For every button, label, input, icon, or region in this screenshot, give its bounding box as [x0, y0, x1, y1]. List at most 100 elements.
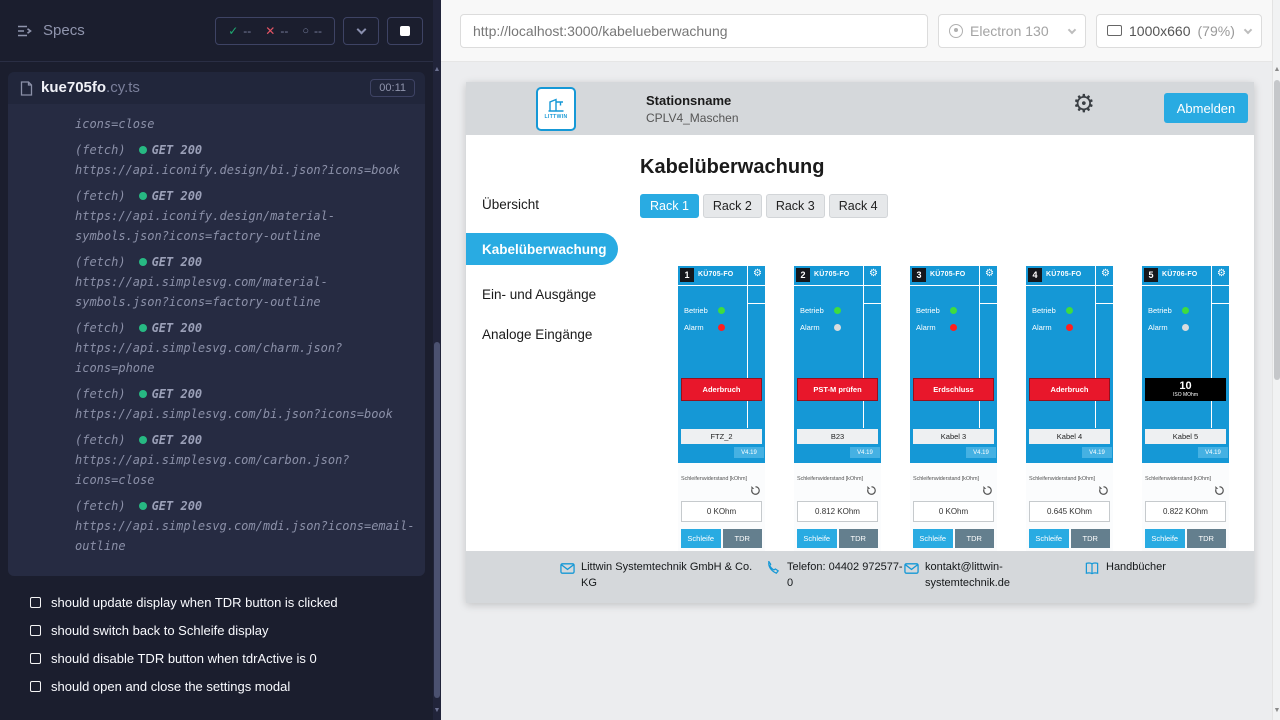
alarm-row: Alarm	[684, 323, 725, 332]
version-badge: V4.19	[1082, 447, 1112, 458]
card-gear-icon[interactable]: ⚙	[753, 269, 762, 279]
card-gear-icon[interactable]: ⚙	[869, 269, 878, 279]
divider	[1142, 285, 1229, 286]
test-item[interactable]: should update display when TDR button is…	[0, 588, 433, 616]
card-gear-icon[interactable]: ⚙	[1101, 269, 1110, 279]
test-item[interactable]: should open and close the settings modal	[0, 672, 433, 700]
log-entry[interactable]: (fetch)GET 200 https://api.simplesvg.com…	[75, 252, 415, 312]
log-entry[interactable]: (fetch)GET 200 https://api.simplesvg.com…	[75, 318, 415, 378]
scrollbar-thumb[interactable]	[434, 342, 440, 698]
log-entry[interactable]: icons=close	[75, 114, 415, 134]
betrieb-led	[1182, 307, 1189, 314]
email-address[interactable]: kontakt@littwin-systemtechnik.de	[925, 560, 1020, 592]
passed-icon: ✓	[228, 24, 238, 38]
card-gear-icon[interactable]: ⚙	[1217, 269, 1226, 279]
collapse-panel-button[interactable]	[343, 17, 379, 45]
log-prefix: (fetch)	[75, 143, 126, 157]
schleife-button[interactable]: Schleife	[1145, 529, 1185, 548]
specs-list-icon[interactable]	[16, 23, 33, 39]
log-entry[interactable]: (fetch)GET 200 https://api.iconify.desig…	[75, 140, 415, 180]
logout-button[interactable]: Abmelden	[1164, 93, 1248, 123]
test-item[interactable]: should switch back to Schleife display	[0, 616, 433, 644]
tdr-button[interactable]: TDR	[955, 529, 995, 548]
betrieb-led	[834, 307, 841, 314]
reporter-scrollbar[interactable]: ▲ ▼	[433, 0, 441, 720]
betrieb-row: Betrieb	[1148, 306, 1189, 315]
success-dot-icon	[139, 192, 147, 200]
refresh-icon[interactable]	[1098, 485, 1109, 496]
tdr-button[interactable]: TDR	[1187, 529, 1227, 548]
sidebar-item-uebersicht[interactable]: Übersicht	[466, 193, 618, 215]
scroll-down-icon[interactable]: ▼	[433, 707, 441, 714]
card-gear-icon[interactable]: ⚙	[985, 269, 994, 279]
sidebar-item-analoge-eingaenge[interactable]: Analoge Eingänge	[466, 323, 618, 345]
spec-header[interactable]: kue705fo.cy.ts 00:11	[8, 72, 425, 104]
spec-file-icon	[20, 81, 33, 96]
footer-manuals[interactable]: Handbücher	[1084, 560, 1166, 576]
footer-phone[interactable]: Telefon: 04402 972577-0	[766, 560, 905, 592]
card-number: 2	[796, 268, 810, 282]
betrieb-label: Betrieb	[1032, 306, 1066, 315]
log-entry[interactable]: (fetch)GET 200 https://api.simplesvg.com…	[75, 384, 415, 424]
scroll-up-icon[interactable]: ▲	[433, 66, 441, 73]
card-title: KÜ706-FO	[1162, 271, 1197, 278]
log-status: GET 200	[152, 321, 203, 335]
refresh-icon[interactable]	[982, 485, 993, 496]
specs-label[interactable]: Specs	[43, 22, 85, 39]
log-entry[interactable]: (fetch)GET 200 https://api.iconify.desig…	[75, 186, 415, 246]
device-card-5: 5 KÜ706-FO ⚙ Betrieb Alarm 10 ISO MOhm K…	[1142, 266, 1229, 551]
sidebar-item-kabelueberwachung[interactable]: Kabelüberwachung	[466, 233, 618, 265]
aut-viewport: LITTWIN Stationsname CPLV4_Maschen ⚙ Abm…	[441, 62, 1272, 720]
refresh-icon[interactable]	[866, 485, 877, 496]
cable-label: Kabel 5	[1145, 429, 1226, 444]
stat-pending: ○--	[302, 24, 322, 38]
log-prefix: (fetch)	[75, 499, 126, 513]
url-input[interactable]	[460, 14, 928, 48]
tab-rack-3[interactable]: Rack 3	[766, 194, 825, 218]
card-number: 1	[680, 268, 694, 282]
log-entry[interactable]: (fetch)GET 200 https://api.simplesvg.com…	[75, 430, 415, 490]
schleife-button[interactable]: Schleife	[797, 529, 837, 548]
viewport-select[interactable]: 1000x660 (79%)	[1096, 14, 1262, 48]
alarm-led	[950, 324, 957, 331]
log-entry[interactable]: (fetch)GET 200 https://api.simplesvg.com…	[75, 496, 415, 556]
card-title: KÜ705-FO	[814, 271, 849, 278]
manuals-link[interactable]: Handbücher	[1106, 560, 1166, 576]
scroll-up-icon[interactable]: ▲	[1273, 66, 1280, 73]
refresh-icon[interactable]	[1214, 485, 1225, 496]
divider	[794, 285, 881, 286]
tab-rack-1[interactable]: Rack 1	[640, 194, 699, 218]
test-item[interactable]: should disable TDR button when tdrActive…	[0, 644, 433, 672]
tab-rack-4[interactable]: Rack 4	[829, 194, 888, 218]
page-scrollbar[interactable]: ▲ ▼	[1272, 0, 1280, 720]
settings-gear-icon[interactable]: ⚙	[1073, 92, 1095, 117]
schleife-button[interactable]: Schleife	[913, 529, 953, 548]
footer-email[interactable]: kontakt@littwin-systemtechnik.de	[904, 560, 1020, 592]
chevron-down-icon	[356, 24, 366, 34]
tdr-button[interactable]: TDR	[839, 529, 879, 548]
footer-company: Littwin Systemtechnik GmbH & Co. KG	[560, 560, 761, 592]
phone-number[interactable]: Telefon: 04402 972577-0	[787, 560, 905, 592]
scroll-down-icon[interactable]: ▼	[1273, 707, 1280, 714]
tdr-button[interactable]: TDR	[723, 529, 763, 548]
stop-tests-button[interactable]	[387, 17, 423, 45]
tab-rack-2[interactable]: Rack 2	[703, 194, 762, 218]
littwin-logo: LITTWIN	[536, 87, 576, 131]
alarm-label: Alarm	[1148, 323, 1182, 332]
log-status: GET 200	[152, 189, 203, 203]
divider	[1026, 285, 1113, 286]
test-title: should disable TDR button when tdrActive…	[51, 651, 317, 666]
schleife-button[interactable]: Schleife	[681, 529, 721, 548]
test-pending-icon	[30, 597, 41, 608]
refresh-icon[interactable]	[750, 485, 761, 496]
success-dot-icon	[139, 436, 147, 444]
tdr-button[interactable]: TDR	[1071, 529, 1111, 548]
browser-url-bar: Electron 130 1000x660 (79%)	[441, 0, 1272, 62]
betrieb-label: Betrieb	[800, 306, 834, 315]
browser-select[interactable]: Electron 130	[938, 14, 1086, 48]
company-name: Littwin Systemtechnik GmbH & Co. KG	[581, 560, 761, 592]
resistance-value: 0.822 KOhm	[1145, 501, 1226, 522]
scrollbar-thumb[interactable]	[1274, 80, 1280, 380]
sidebar-item-ein-und-ausgaenge[interactable]: Ein- und Ausgänge	[466, 283, 618, 305]
schleife-button[interactable]: Schleife	[1029, 529, 1069, 548]
